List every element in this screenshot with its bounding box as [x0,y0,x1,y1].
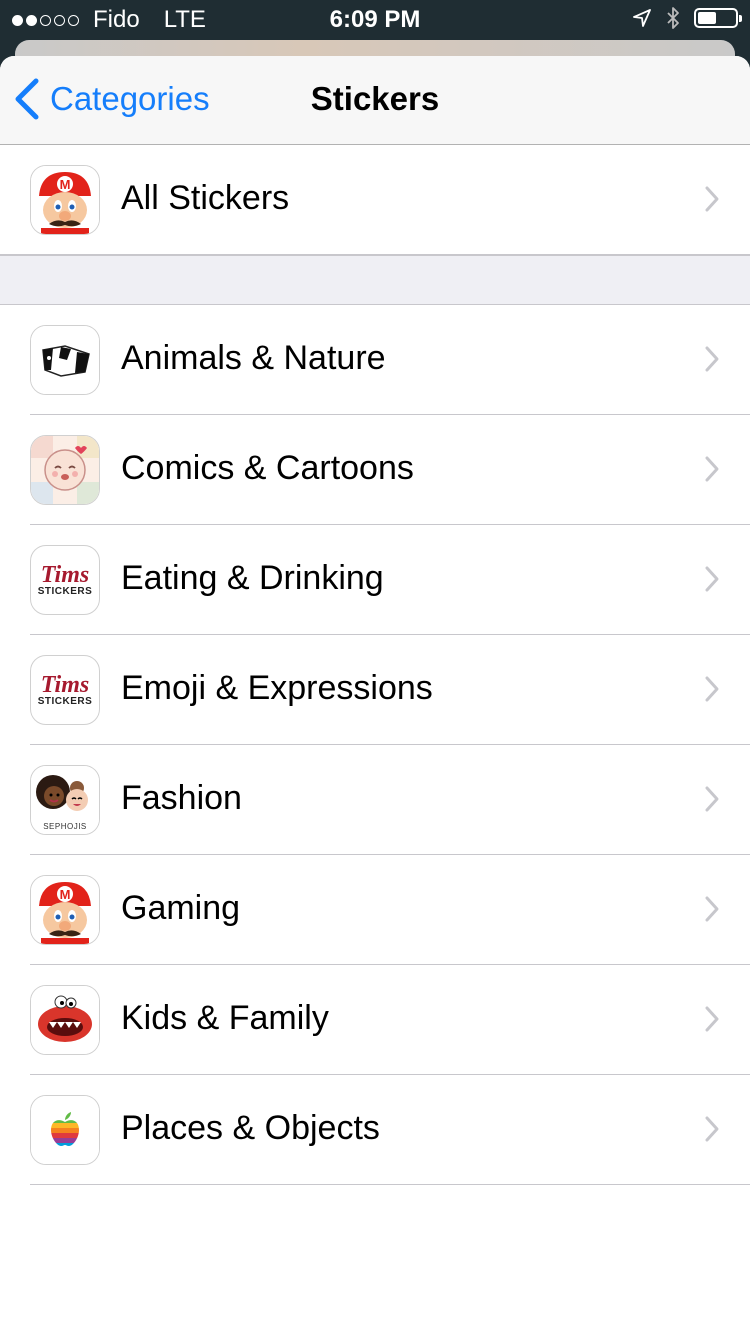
row-label: Eating & Drinking [121,559,384,597]
category-row-gaming[interactable]: M Gaming [0,855,750,965]
row-label: Kids & Family [121,999,329,1037]
chevron-right-icon [705,566,719,592]
category-row-places-objects[interactable]: Places & Objects [0,1075,750,1185]
page-title: Stickers [310,80,440,117]
chevron-right-icon [705,896,719,922]
battery-icon [694,8,742,28]
chevron-right-icon [705,1116,719,1142]
row-label: Animals & Nature [121,339,386,377]
chevron-right-icon [705,456,719,482]
chevron-right-icon [705,346,719,372]
location-arrow-icon [633,9,651,27]
section-gap [0,255,750,305]
category-row-eating-drinking[interactable]: Tims STICKERS Eating & Drinking [0,525,750,635]
row-label: Places & Objects [121,1109,380,1147]
row-separator [0,254,750,255]
chevron-right-icon [705,1006,719,1032]
svg-text:M: M [60,887,71,902]
status-right [632,6,742,30]
red-monster-icon [30,985,100,1055]
row-label: Fashion [121,779,242,817]
all-stickers-row[interactable]: M All Stickers [0,145,750,255]
tims-stickers-icon: Tims STICKERS [30,655,100,725]
sephojis-icon: SEPHOJIS [30,765,100,835]
cartoon-face-icon [30,435,100,505]
category-row-emoji-expressions[interactable]: Tims STICKERS Emoji & Expressions [0,635,750,745]
status-bar: Fido LTE 6:09 PM [0,0,750,40]
row-label: Emoji & Expressions [121,669,433,707]
navigation-bar: Categories Stickers [0,56,750,145]
chevron-right-icon [705,676,719,702]
bluetooth-icon [667,7,679,29]
category-row-animals-nature[interactable]: Animals & Nature [0,305,750,415]
row-label: All Stickers [121,179,290,217]
apple-logo-icon [30,1095,100,1165]
category-row-fashion[interactable]: SEPHOJIS Fashion [0,745,750,855]
row-label: Gaming [121,889,241,927]
chevron-right-icon [705,186,719,212]
stickers-sheet: Categories Stickers M All Stickers Anima… [0,56,750,1334]
mario-icon: M [30,165,100,235]
category-row-kids-family[interactable]: Kids & Family [0,965,750,1075]
tims-stickers-icon: Tims STICKERS [30,545,100,615]
category-row-comics-cartoons[interactable]: Comics & Cartoons [0,415,750,525]
mario-icon: M [30,875,100,945]
svg-text:M: M [60,177,71,192]
chevron-right-icon [705,786,719,812]
row-label: Comics & Cartoons [121,449,414,487]
row-separator [30,1184,750,1185]
panda-icon [30,325,100,395]
